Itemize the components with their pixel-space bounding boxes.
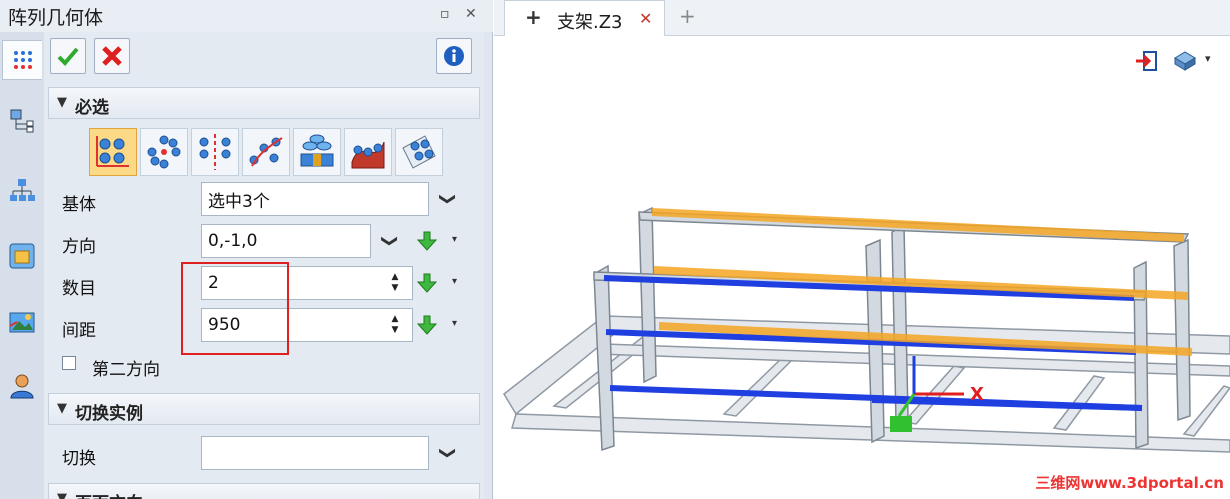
document-tab[interactable]: + 支架.Z3 ✕ [504, 0, 665, 36]
user-tab-icon [10, 374, 34, 399]
pattern-geometry-panel: 阵列几何体 ▫ ✕ ▼ 必选 基体 选中3个 ❯ 方向 0,-1,0 ❯ ▾ 数… [0, 0, 493, 499]
cancel-icon [102, 46, 122, 66]
page-direction-section-title: 页面方向 [75, 489, 143, 499]
page-direction-section-header[interactable]: ▼ 页面方向 [48, 483, 480, 499]
tree-tab-icon [10, 109, 34, 133]
help-button[interactable] [436, 38, 472, 74]
panel-content: ▼ 必选 基体 选中3个 ❯ 方向 0,-1,0 ❯ ▾ 数目 2 ▲ ▼ ▾ … [44, 32, 484, 499]
second-direction-checkbox[interactable] [62, 356, 76, 370]
pin-icon: + [525, 5, 542, 29]
count-spinner[interactable]: ▲ ▼ [387, 266, 403, 300]
close-tab-icon[interactable]: ✕ [639, 9, 652, 28]
base-label: 基体 [62, 195, 96, 215]
3d-viewport[interactable]: + 支架.Z3 ✕ + ▾ X 三维网www.3dportal.cn [494, 0, 1230, 499]
pattern-tab-icon [13, 51, 32, 69]
circular-pattern-icon [147, 135, 181, 169]
required-section-header[interactable]: ▼ 必选 [48, 87, 480, 119]
pattern-tab[interactable] [2, 40, 42, 80]
pattern-mirror-button[interactable] [191, 128, 239, 176]
image-tab[interactable] [2, 302, 42, 342]
spacing-dropdown-icon[interactable]: ▾ [452, 318, 457, 329]
switch-field[interactable] [201, 436, 429, 470]
user-tab[interactable] [2, 366, 42, 406]
ok-button[interactable] [50, 38, 86, 74]
side-tab-strip [0, 32, 44, 499]
x-axis-label: X [970, 384, 984, 405]
document-tab-bar: + 支架.Z3 ✕ + [494, 0, 1230, 36]
spin-up-icon[interactable]: ▲ [392, 272, 399, 283]
scatter-pattern-icon [249, 137, 283, 167]
spacing-label: 间距 [62, 321, 96, 341]
hierarchy-tab[interactable] [2, 170, 42, 210]
highlight-annotation-box [181, 262, 289, 355]
direction-dropdown-icon[interactable]: ▾ [452, 234, 457, 245]
count-label: 数目 [62, 279, 96, 299]
direction-field[interactable]: 0,-1,0 [201, 224, 371, 258]
mirror-pattern-icon [199, 134, 231, 170]
check-icon [57, 47, 79, 66]
view-tab-icon [9, 243, 35, 269]
close-panel-icon[interactable]: ✕ [465, 6, 477, 22]
pattern-circular-button[interactable] [140, 128, 188, 176]
image-tab-icon [9, 312, 35, 333]
pattern-scatter-button[interactable] [242, 128, 290, 176]
spin-up-icon[interactable]: ▲ [392, 314, 399, 325]
pattern-table-button[interactable] [293, 128, 341, 176]
collapse-arrow-icon: ▼ [57, 95, 67, 110]
required-section-title: 必选 [75, 98, 109, 118]
linear-pattern-icon [96, 136, 129, 167]
collapse-arrow-icon: ▼ [57, 491, 67, 499]
switch-section-title: 切换实例 [75, 404, 143, 424]
base-expand-chevron-icon[interactable]: ❯ [435, 188, 463, 210]
switch-section-header[interactable]: ▼ 切换实例 [48, 393, 480, 425]
pattern-fill-button[interactable] [395, 128, 443, 176]
count-pick-icon[interactable] [416, 272, 438, 294]
panel-title: 阵列几何体 [8, 7, 104, 29]
switch-label: 切换 [62, 449, 96, 469]
pattern-curve-button[interactable] [344, 128, 392, 176]
spacing-pick-icon[interactable] [416, 314, 438, 336]
view-tab[interactable] [2, 236, 42, 276]
second-direction-label: 第二方向 [92, 360, 160, 380]
panel-titlebar: 阵列几何体 ▫ ✕ [0, 0, 493, 32]
pattern-linear-button[interactable] [89, 128, 137, 176]
info-icon [444, 46, 464, 66]
new-tab-icon[interactable]: + [679, 4, 696, 28]
spin-down-icon[interactable]: ▼ [392, 325, 399, 336]
fill-pattern-icon [402, 135, 436, 169]
direction-expand-chevron-icon[interactable]: ❯ [377, 230, 405, 252]
tree-tab[interactable] [2, 100, 42, 140]
model-canvas: X [503, 206, 1230, 453]
spacing-spinner[interactable]: ▲ ▼ [387, 308, 403, 342]
document-tab-label: 支架.Z3 [557, 12, 623, 33]
collapse-arrow-icon: ▼ [57, 401, 67, 416]
cancel-button[interactable] [94, 38, 130, 74]
restore-icon[interactable]: ▫ [440, 6, 450, 22]
hierarchy-tab-icon [10, 179, 35, 201]
direction-pick-icon[interactable] [416, 230, 438, 252]
base-field[interactable]: 选中3个 [201, 182, 429, 216]
count-dropdown-icon[interactable]: ▾ [452, 276, 457, 287]
watermark: 三维网www.3dportal.cn [1035, 474, 1224, 492]
curve-pattern-icon [351, 141, 385, 169]
table-pattern-icon [300, 134, 334, 167]
direction-label: 方向 [62, 237, 96, 257]
spin-down-icon[interactable]: ▼ [392, 283, 399, 294]
switch-expand-chevron-icon[interactable]: ❯ [435, 442, 463, 464]
